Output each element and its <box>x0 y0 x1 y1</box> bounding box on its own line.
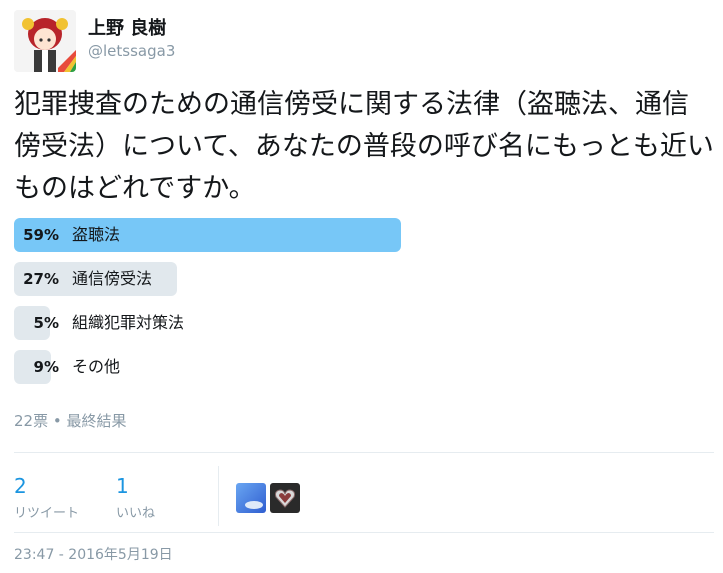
poll-label: その他 <box>72 357 121 376</box>
anime-girl-avatar-icon <box>14 10 76 72</box>
poll-option: 5% 組織犯罪対策法 <box>14 306 454 340</box>
poll-percent: 5% <box>33 314 59 332</box>
poll-percent: 9% <box>33 358 59 376</box>
poll-option: 59% 盗聴法 <box>14 218 454 252</box>
retweets-stat[interactable]: 2 リツイート <box>14 474 79 521</box>
liker-avatar[interactable] <box>270 483 300 513</box>
poll-percent: 59% <box>23 226 59 244</box>
likes-count: 1 <box>116 474 129 498</box>
sky-avatar-icon <box>236 483 266 513</box>
divider <box>14 532 714 533</box>
user-display-name[interactable]: 上野 良樹 <box>88 14 166 40</box>
liker-avatar[interactable] <box>236 483 266 513</box>
user-avatar[interactable] <box>14 10 76 72</box>
likes-label: いいね <box>116 506 156 521</box>
retweets-label: リツイート <box>14 506 80 521</box>
poll-label: 通信傍受法 <box>72 269 153 288</box>
poll-meta: 22票 • 最終結果 <box>14 412 127 430</box>
tweet-timestamp[interactable]: 23:47 - 2016年5月19日 <box>14 544 173 564</box>
user-handle[interactable]: @letssaga3 <box>88 42 175 60</box>
poll-option: 27% 通信傍受法 <box>14 262 454 296</box>
likes-stat[interactable]: 1 いいね <box>116 474 155 521</box>
poll-option: 9% その他 <box>14 350 454 384</box>
retweets-count: 2 <box>14 474 27 498</box>
tweet-text: 犯罪捜査のための通信傍受に関する法律（盗聴法、通信傍受法）について、あなたの普段… <box>14 89 714 204</box>
heart-avatar-icon <box>270 483 300 513</box>
poll-percent: 27% <box>23 270 59 288</box>
divider <box>14 452 714 453</box>
poll-label: 組織犯罪対策法 <box>72 313 185 332</box>
poll-label: 盗聴法 <box>72 225 121 244</box>
stats-divider <box>218 466 219 526</box>
